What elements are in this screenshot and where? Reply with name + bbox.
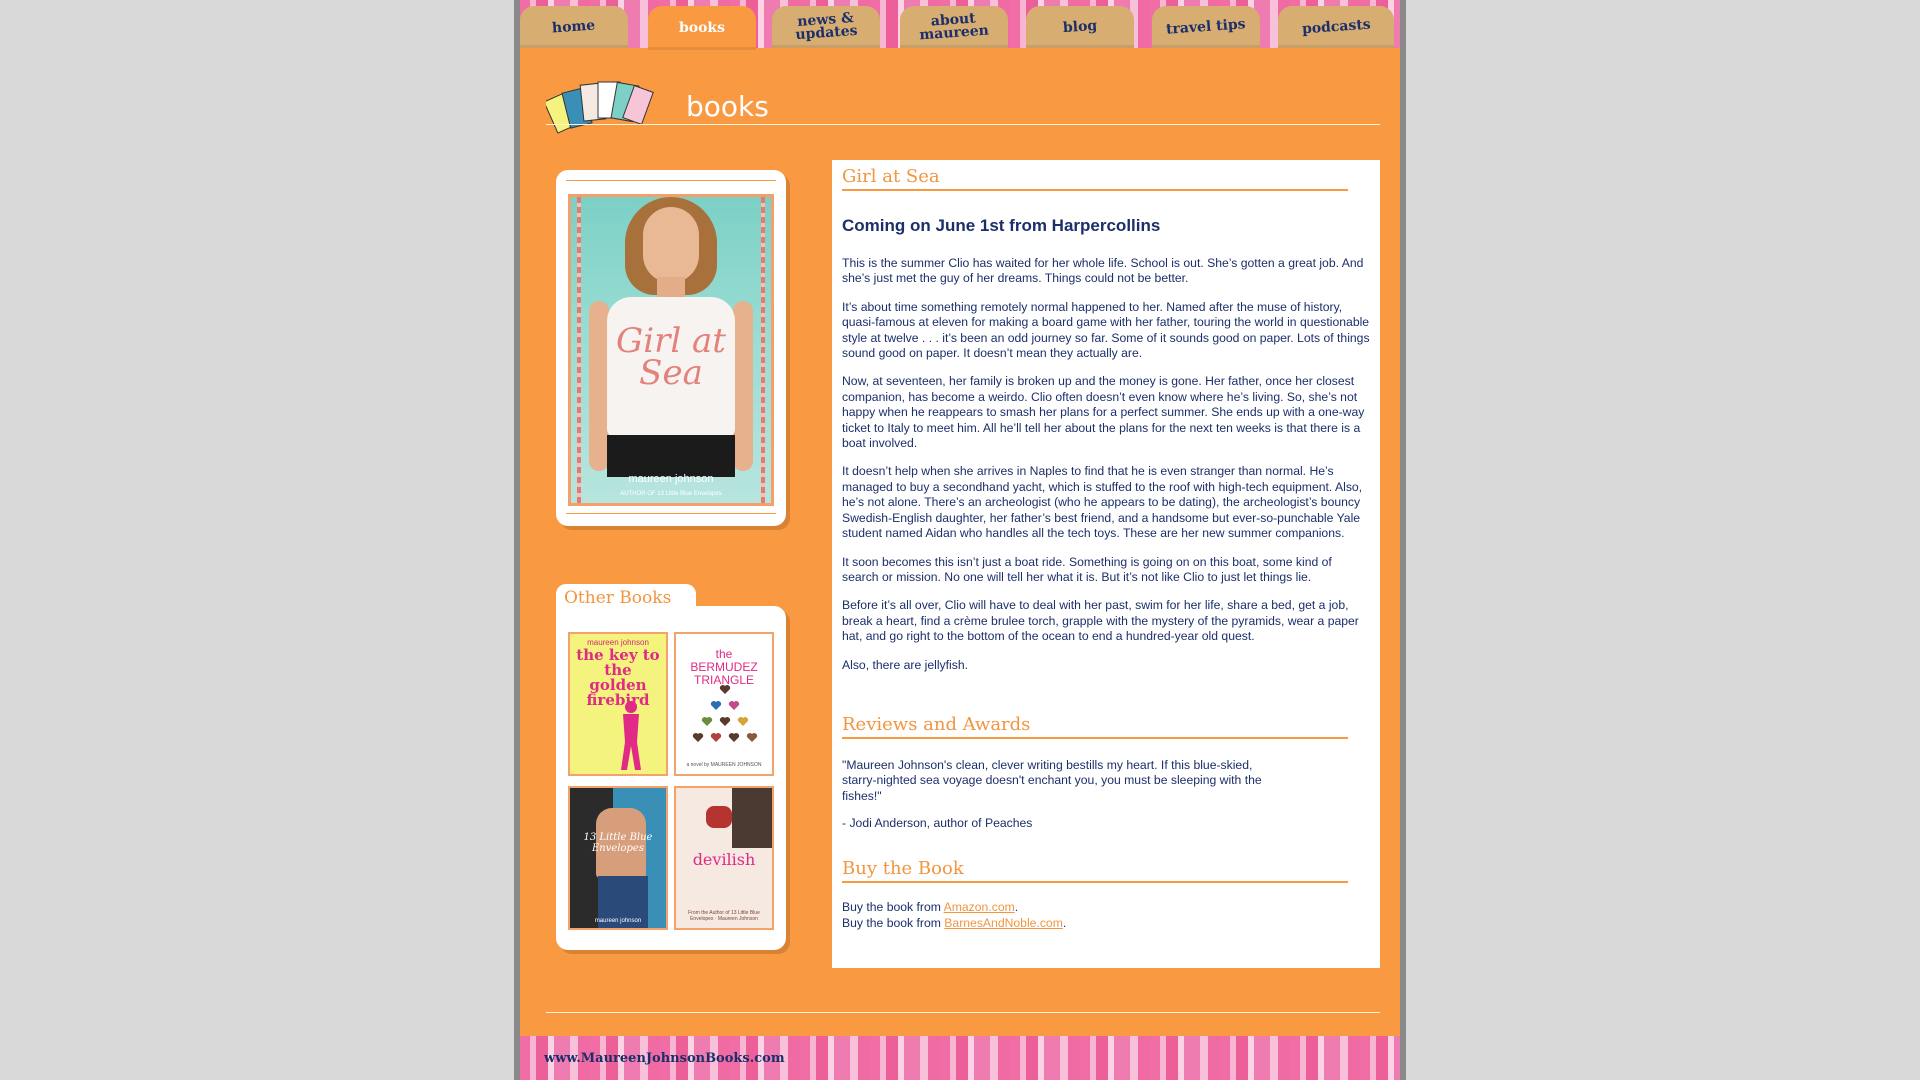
review-quote: "Maureen Johnson's clean, clever writing… — [842, 758, 1262, 803]
featured-book-card: Girl at Sea maureen johnson AUTHOR OF 13… — [556, 170, 786, 526]
footer-bar: www.MaureenJohnsonBooks.com — [520, 1036, 1400, 1080]
amazon-link[interactable]: Amazon.com — [944, 900, 1015, 914]
cover-figure-shorts — [607, 435, 735, 477]
top-nav-bar: home books news & updates about maureen … — [520, 0, 1400, 50]
article-paragraph: Before it’s all over, Clio will have to … — [842, 598, 1359, 644]
buy-period: . — [1014, 900, 1019, 914]
buy-line-amazon: Buy the book from Amazon.com. — [842, 900, 1018, 915]
buy-prefix: Buy the book from — [842, 916, 941, 930]
other-book-devilish[interactable]: devilish From the Author of 13 Little Bl… — [674, 786, 774, 930]
tab-news-label: news & updates — [794, 10, 858, 44]
book4-sub: From the Author of 13 Little Blue Envelo… — [688, 910, 760, 922]
tab-books[interactable]: books — [648, 6, 756, 50]
buy-heading: Buy the Book — [842, 858, 1348, 883]
article-paragraph: It soon becomes this isn’t just a boat r… — [842, 554, 1332, 584]
footer-divider — [546, 1012, 1380, 1013]
tab-blog-label: blog — [1062, 17, 1098, 36]
tab-travel-tips[interactable]: travel tips — [1152, 6, 1260, 48]
tab-home-label: home — [551, 17, 597, 36]
book3-sub: maureen johnson — [594, 918, 642, 924]
cover-author: maureen johnson — [628, 473, 714, 485]
barnes-noble-link[interactable]: BarnesAndNoble.com — [944, 916, 1063, 930]
other-book-key-golden-firebird[interactable]: maureen johnson the key to the golden fi… — [568, 632, 668, 776]
review-attribution: - Jodi Anderson, author of Peaches — [842, 816, 1033, 830]
cover-tagline: AUTHOR OF 13 Little Blue Envelopes — [620, 491, 722, 497]
tab-blog[interactable]: blog — [1026, 6, 1134, 48]
section-divider — [546, 124, 1380, 125]
card-bottom-rule — [566, 513, 776, 514]
book4-hair — [732, 788, 772, 848]
book3-title: 13 Little Blue Envelopes — [583, 832, 653, 854]
book4-cupcake — [706, 806, 732, 828]
cover-figure-arm-right — [733, 301, 753, 471]
article-panel: Girl at Sea Coming on June 1st from Harp… — [832, 160, 1380, 968]
featured-book-cover[interactable]: Girl at Sea maureen johnson AUTHOR OF 13… — [568, 194, 774, 506]
rope-right — [761, 197, 765, 503]
heart-triangle-icon — [692, 685, 758, 742]
tab-about-maureen[interactable]: about maureen — [900, 6, 1008, 48]
article-heading: Girl at Sea — [842, 166, 1348, 191]
section-title: books — [686, 90, 769, 123]
footer-site-link[interactable]: www.MaureenJohnsonBooks.com — [544, 1051, 785, 1066]
books-stack-icon — [546, 81, 654, 134]
book4-title: devilish — [692, 850, 756, 869]
book2-title: the BERMUDEZ TRIANGLE — [690, 647, 758, 687]
other-books-card: maureen johnson the key to the golden fi… — [556, 606, 786, 950]
cover-title: Girl at Sea — [616, 321, 726, 393]
cover-figure-arm-left — [589, 301, 609, 471]
tab-home[interactable]: home — [520, 6, 628, 48]
buy-prefix: Buy the book from — [842, 900, 941, 914]
tab-travel-label: travel tips — [1165, 15, 1247, 38]
tab-news-updates[interactable]: news & updates — [772, 6, 880, 48]
article-paragraph: Also, there are jellyfish. — [842, 657, 968, 672]
article-paragraph: It’s about time something remotely norma… — [842, 299, 1370, 361]
article-paragraph: It doesn’t help when she arrives in Napl… — [842, 464, 1363, 541]
cover-figure-face — [643, 207, 699, 283]
buy-period: . — [1062, 916, 1067, 930]
reviews-heading: Reviews and Awards — [842, 714, 1348, 739]
card-top-rule — [566, 180, 776, 181]
tab-about-label: about maureen — [919, 10, 990, 44]
other-book-bermudez-triangle[interactable]: the BERMUDEZ TRIANGLE a novel by MAUREEN… — [674, 632, 774, 776]
tab-podcasts-label: podcasts — [1301, 16, 1371, 37]
section-header: books — [546, 76, 1380, 146]
article-paragraph: This is the summer Clio has waited for h… — [842, 256, 1364, 286]
article-subheading: Coming on June 1st from Harpercollins — [842, 216, 1161, 235]
article-paragraph: Now, at seventeen, her family is broken … — [842, 374, 1365, 451]
page-content: home books news & updates about maureen … — [520, 0, 1400, 1080]
book1-title: the key to the golden firebird — [576, 646, 660, 709]
article-body: This is the summer Clio has waited for h… — [842, 256, 1370, 686]
page-frame: home books news & updates about maureen … — [514, 0, 1406, 1080]
book1-figure-icon — [621, 701, 641, 770]
rope-left — [577, 197, 581, 503]
tab-podcasts[interactable]: podcasts — [1278, 6, 1394, 48]
buy-line-bn: Buy the book from BarnesAndNoble.com. — [842, 916, 1066, 931]
tab-books-label: books — [678, 19, 726, 36]
book2-sub: a novel by MAUREEN JOHNSON — [686, 762, 762, 768]
other-book-13-little-blue-envelopes[interactable]: 13 Little Blue Envelopes maureen johnson — [568, 786, 668, 930]
